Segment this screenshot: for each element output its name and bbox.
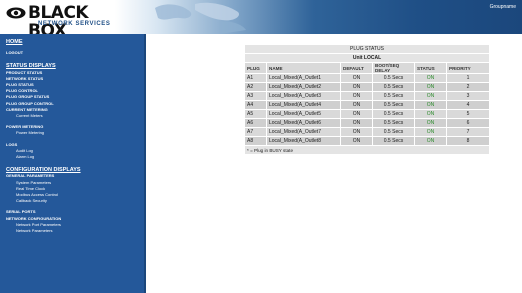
cell-priority: 3 <box>446 91 490 101</box>
cell-status: ON <box>414 127 447 137</box>
cell-default: ON <box>340 118 373 128</box>
col-priority: PRIORITY <box>446 62 490 74</box>
logo-eye-icon <box>6 7 26 19</box>
cell-default: ON <box>340 73 373 83</box>
cell-delay: 0.5 Secs <box>372 118 415 128</box>
table-row: A2 Local_Mixed(A_Outlet2 ON 0.5 Secs ON 2 <box>244 82 490 92</box>
cell-status: ON <box>414 73 447 83</box>
cell-status: ON <box>414 82 447 92</box>
cell-plug: A7 <box>244 127 267 137</box>
cell-name: Local_Mixed(A_Outlet5 <box>266 109 341 119</box>
cell-plug: A5 <box>244 109 267 119</box>
plug-status-table: PLUG STATUS Unit LOCAL PLUG NAME DEFAULT… <box>244 44 490 155</box>
col-boot-delay: BOOT/SEQ DELAY <box>372 62 415 74</box>
cell-status: ON <box>414 100 447 110</box>
cell-delay: 0.5 Secs <box>372 91 415 101</box>
table-row: A6 Local_Mixed(A_Outlet6 ON 0.5 Secs ON 6 <box>244 118 490 128</box>
cell-delay: 0.5 Secs <box>372 109 415 119</box>
cell-priority: 4 <box>446 100 490 110</box>
cell-status: ON <box>414 91 447 101</box>
cell-plug: A4 <box>244 100 267 110</box>
table-title: PLUG STATUS <box>244 44 490 54</box>
table-row: A1 Local_Mixed(A_Outlet1 ON 0.5 Secs ON 1 <box>244 73 490 83</box>
cell-status: ON <box>414 118 447 128</box>
cell-priority: 2 <box>446 82 490 92</box>
cell-name: Local_Mixed(A_Outlet2 <box>266 82 341 92</box>
main-content: PLUG STATUS Unit LOCAL PLUG NAME DEFAULT… <box>148 34 522 293</box>
nav-network-parameters[interactable]: Network Parameters <box>6 228 144 234</box>
cell-plug: A8 <box>244 136 267 146</box>
table-row: A5 Local_Mixed(A_Outlet5 ON 0.5 Secs ON 5 <box>244 109 490 119</box>
cell-priority: 7 <box>446 127 490 137</box>
cell-name: Local_Mixed(A_Outlet6 <box>266 118 341 128</box>
table-row: A4 Local_Mixed(A_Outlet4 ON 0.5 Secs ON 4 <box>244 100 490 110</box>
cell-priority: 8 <box>446 136 490 146</box>
col-name: NAME <box>266 62 341 74</box>
cell-delay: 0.5 Secs <box>372 136 415 146</box>
cell-status: ON <box>414 136 447 146</box>
table-row: A7 Local_Mixed(A_Outlet7 ON 0.5 Secs ON 7 <box>244 127 490 137</box>
cell-plug: A1 <box>244 73 267 83</box>
cell-default: ON <box>340 136 373 146</box>
table-row: A3 Local_Mixed(A_Outlet3 ON 0.5 Secs ON 3 <box>244 91 490 101</box>
cell-name: Local_Mixed(A_Outlet3 <box>266 91 341 101</box>
world-map-graphic <box>155 2 246 34</box>
cell-default: ON <box>340 109 373 119</box>
busy-footnote: * = Plug in BUSY state <box>244 145 490 155</box>
cell-status: ON <box>414 109 447 119</box>
unit-label: Unit LOCAL <box>244 53 490 63</box>
logo-tagline: NETWORK SERVICES <box>38 21 111 27</box>
cell-name: Local_Mixed(A_Outlet4 <box>266 100 341 110</box>
cell-name: Local_Mixed(A_Outlet1 <box>266 73 341 83</box>
cell-plug: A6 <box>244 118 267 128</box>
cell-delay: 0.5 Secs <box>372 127 415 137</box>
cell-plug: A3 <box>244 91 267 101</box>
cell-delay: 0.5 Secs <box>372 100 415 110</box>
cell-plug: A2 <box>244 82 267 92</box>
col-status: STATUS <box>414 62 447 74</box>
cell-name: Local_Mixed(A_Outlet8 <box>266 136 341 146</box>
user-link[interactable]: Groupname <box>490 4 516 10</box>
col-default: DEFAULT <box>340 62 373 74</box>
cell-delay: 0.5 Secs <box>372 82 415 92</box>
table-row: A8 Local_Mixed(A_Outlet8 ON 0.5 Secs ON 8 <box>244 136 490 146</box>
cell-priority: 5 <box>446 109 490 119</box>
cell-default: ON <box>340 82 373 92</box>
table-header-row: PLUG NAME DEFAULT BOOT/SEQ DELAY STATUS … <box>244 62 490 74</box>
cell-delay: 0.5 Secs <box>372 73 415 83</box>
cell-name: Local_Mixed(A_Outlet7 <box>266 127 341 137</box>
col-plug: PLUG <box>244 62 267 74</box>
black-box-logo[interactable]: BLACK BOX NETWORK SERVICES <box>4 4 128 40</box>
cell-priority: 1 <box>446 73 490 83</box>
cell-default: ON <box>340 91 373 101</box>
cell-default: ON <box>340 100 373 110</box>
sidebar-nav: HOME LOGOUT STATUS DISPLAYS PRODUCT STAT… <box>0 34 146 293</box>
cell-default: ON <box>340 127 373 137</box>
header-banner: BLACK BOX NETWORK SERVICES Groupname <box>0 0 522 40</box>
plug-rows: A1 Local_Mixed(A_Outlet1 ON 0.5 Secs ON 1 A2 Lo… <box>244 73 490 146</box>
cell-priority: 6 <box>446 118 490 128</box>
